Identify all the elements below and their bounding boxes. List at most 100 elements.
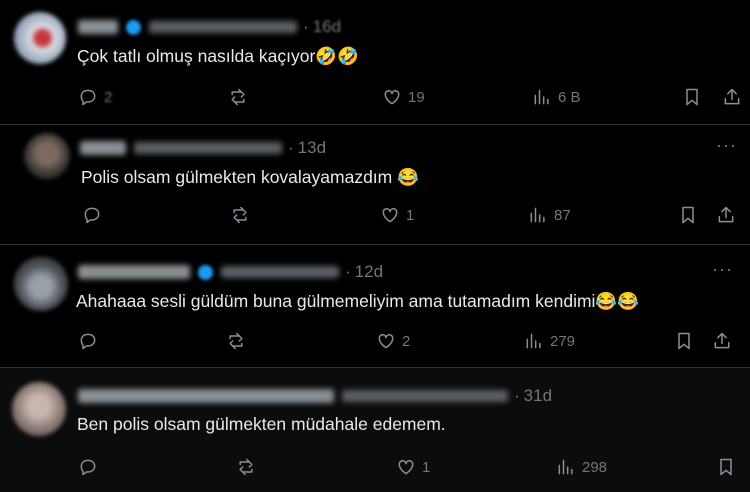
avatar[interactable] [24, 133, 70, 179]
reply-button[interactable] [78, 331, 98, 351]
verified-icon [198, 264, 213, 280]
views-count: 279 [550, 332, 576, 350]
bookmark-button[interactable] [682, 87, 702, 107]
views-icon [526, 333, 541, 349]
bookmark-icon [682, 206, 694, 224]
author-handle[interactable] [221, 266, 339, 278]
separator: · [345, 262, 351, 281]
bookmark-button[interactable] [716, 457, 736, 477]
reply-button[interactable] [82, 205, 102, 225]
reply-header: · 13d [80, 137, 326, 159]
like-button[interactable]: 1 [396, 457, 430, 477]
like-icon [378, 333, 394, 349]
like-button[interactable]: 19 [382, 87, 425, 107]
like-icon [384, 89, 400, 105]
like-count: 1 [406, 206, 415, 224]
views-icon [558, 459, 573, 475]
author-name[interactable] [78, 20, 118, 34]
retweet-button[interactable] [230, 205, 250, 225]
timestamp[interactable]: 12d [355, 262, 383, 282]
reply-item[interactable]: · 12d ··· Ahahaaa sesli güldüm buna gülm… [0, 245, 750, 367]
retweet-button[interactable] [228, 87, 248, 107]
views-icon [530, 207, 545, 223]
reply-text-body: Polis olsam gülmekten kovalayamazdım [81, 167, 393, 187]
reply-header: · 31d [78, 385, 552, 407]
like-count: 1 [422, 458, 431, 476]
author-handle[interactable] [134, 142, 282, 154]
separator: · [303, 17, 309, 36]
reply-count: 2 [104, 88, 113, 106]
more-icon: ··· [716, 135, 737, 155]
author-name[interactable] [78, 389, 334, 403]
timestamp[interactable]: 16d [313, 17, 341, 37]
retweet-button[interactable] [226, 331, 246, 351]
share-icon [714, 332, 730, 349]
share-icon [724, 88, 740, 105]
action-bar: 1 87 [0, 205, 750, 229]
reply-text: Çok tatlı olmuş nasılda kaçıyor🤣🤣 [77, 46, 359, 67]
reply-icon [80, 89, 96, 106]
reply-item[interactable]: · 13d ··· Polis olsam gülmekten kovalaya… [0, 125, 750, 244]
reply-text-body: Çok tatlı olmuş nasılda kaçıyor [77, 46, 316, 66]
bookmark-icon [720, 458, 732, 476]
bookmark-icon [678, 332, 690, 350]
reply-header: · 12d [78, 261, 383, 283]
retweet-button[interactable] [236, 457, 256, 477]
more-icon: ··· [712, 259, 733, 279]
bookmark-button[interactable] [674, 331, 694, 351]
like-button[interactable]: 1 [380, 205, 414, 225]
reply-item[interactable]: · 31d Ben polis olsam gülmekten müdahale… [0, 368, 750, 492]
views-button[interactable]: 279 [524, 331, 575, 351]
retweet-icon [231, 88, 245, 106]
views-button[interactable]: 6 B [532, 87, 581, 107]
author-name[interactable] [78, 265, 190, 279]
reply-icon [84, 207, 100, 224]
author-name[interactable] [80, 141, 126, 155]
avatar[interactable] [12, 382, 66, 436]
reply-text: Ahahaaa sesli güldüm buna gülmemeliyim a… [76, 291, 639, 312]
share-button[interactable] [712, 331, 732, 351]
reply-header: · 16d [78, 16, 341, 38]
views-count: 87 [554, 206, 571, 224]
reply-icon [80, 333, 96, 350]
reply-text-body: Ahahaaa sesli güldüm buna gülmemeliyim a… [76, 291, 596, 311]
timestamp[interactable]: 13d [298, 138, 326, 158]
share-button[interactable] [716, 205, 736, 225]
timestamp[interactable]: 31d [524, 386, 552, 406]
separator: · [514, 386, 520, 405]
share-icon [718, 206, 734, 223]
more-button[interactable]: ··· [716, 135, 737, 156]
bookmark-icon [686, 88, 698, 106]
reply-emojis: 🤣🤣 [315, 46, 359, 66]
bookmark-button[interactable] [678, 205, 698, 225]
reply-button[interactable] [78, 457, 98, 477]
like-button[interactable]: 2 [376, 331, 410, 351]
like-icon [382, 207, 398, 223]
views-button[interactable]: 298 [556, 457, 607, 477]
avatar[interactable] [14, 257, 68, 311]
reply-text-body: Ben polis olsam gülmekten müdahale edeme… [77, 414, 446, 434]
retweet-icon [239, 458, 253, 476]
reply-emojis: 😂 [397, 167, 419, 187]
retweet-icon [233, 206, 247, 224]
reply-text: Polis olsam gülmekten kovalayamazdım 😂 [81, 167, 419, 188]
avatar[interactable] [14, 12, 66, 64]
action-bar: 1 298 [0, 457, 750, 481]
reply-item[interactable]: · 16d Çok tatlı olmuş nasılda kaçıyor🤣🤣 … [0, 0, 750, 124]
views-count: 6 B [558, 88, 581, 106]
like-icon [398, 459, 414, 475]
views-button[interactable]: 87 [528, 205, 571, 225]
action-bar: 2 279 [0, 331, 750, 355]
more-button[interactable]: ··· [712, 259, 733, 280]
reply-emojis: 😂😂 [595, 291, 640, 311]
views-icon [534, 89, 549, 105]
retweet-icon [229, 332, 243, 350]
reply-text: Ben polis olsam gülmekten müdahale edeme… [77, 414, 446, 435]
verified-icon [126, 19, 141, 35]
reply-button[interactable]: 2 [78, 87, 112, 107]
author-handle[interactable] [149, 21, 297, 33]
like-count: 2 [402, 332, 411, 350]
author-handle[interactable] [342, 390, 508, 402]
action-bar: 2 19 6 B [0, 87, 750, 111]
share-button[interactable] [722, 87, 742, 107]
